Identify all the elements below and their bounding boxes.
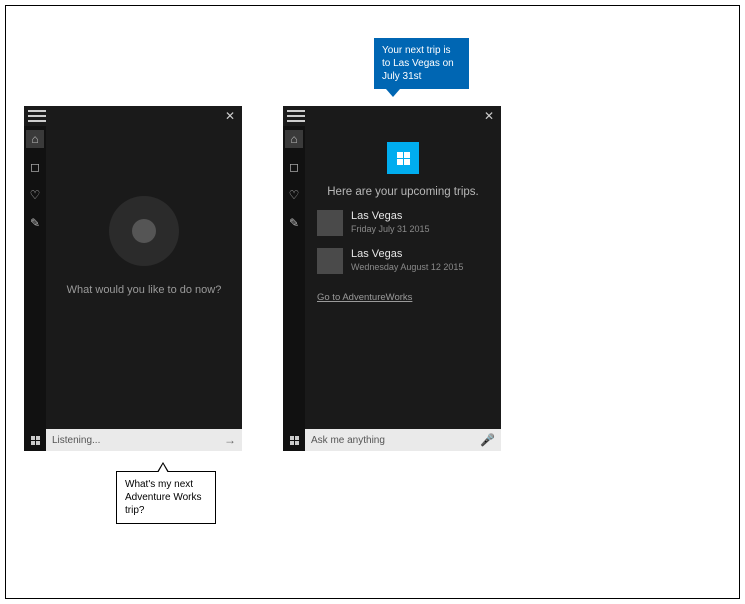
sidebar: ⌂ ◻ ♡ ✎ <box>24 126 46 429</box>
notebook-icon[interactable]: ◻ <box>285 158 303 176</box>
trip-destination: Las Vegas <box>351 248 463 260</box>
listening-ring <box>109 196 179 266</box>
windows-logo-icon <box>290 436 299 445</box>
app-tile[interactable] <box>387 142 419 174</box>
titlebar: ✕ <box>283 106 501 126</box>
cortana-results-panel: ✕ ⌂ ◻ ♡ ✎ Here are your upcoming trips. … <box>283 106 501 451</box>
favorite-icon[interactable]: ♡ <box>285 186 303 204</box>
response-speech-bubble: Your next trip is to Las Vegas on July 3… <box>374 38 469 89</box>
prompt-text: What would you like to do now? <box>67 284 222 296</box>
edit-icon[interactable]: ✎ <box>285 214 303 232</box>
cortana-listening-panel: ✕ ⌂ ◻ ♡ ✎ What would you like to do now?… <box>24 106 242 451</box>
taskbar: Listening... → <box>24 429 242 451</box>
close-icon[interactable]: ✕ <box>222 109 238 123</box>
trip-thumbnail <box>317 210 343 236</box>
hamburger-icon[interactable] <box>28 109 46 123</box>
results-heading: Here are your upcoming trips. <box>327 186 478 198</box>
trip-date: Friday July 31 2015 <box>351 224 430 234</box>
hamburger-icon[interactable] <box>287 109 305 123</box>
taskbar: Ask me anything 🎤 <box>283 429 501 451</box>
main-area: Here are your upcoming trips. Las Vegas … <box>305 126 501 429</box>
edit-icon[interactable]: ✎ <box>26 214 44 232</box>
trip-item[interactable]: Las Vegas Wednesday August 12 2015 <box>317 248 489 274</box>
search-box[interactable]: Ask me anything 🎤 <box>305 429 501 451</box>
search-placeholder-text: Ask me anything <box>311 435 385 446</box>
home-icon[interactable]: ⌂ <box>26 130 44 148</box>
close-icon[interactable]: ✕ <box>481 109 497 123</box>
start-button[interactable] <box>283 429 305 451</box>
trip-date: Wednesday August 12 2015 <box>351 262 463 272</box>
favorite-icon[interactable]: ♡ <box>26 186 44 204</box>
user-speech-bubble: What's my next Adventure Works trip? <box>116 471 216 524</box>
trip-item[interactable]: Las Vegas Friday July 31 2015 <box>317 210 489 236</box>
submit-arrow-icon[interactable]: → <box>224 433 236 447</box>
search-status-text: Listening... <box>52 435 100 446</box>
titlebar: ✕ <box>24 106 242 126</box>
search-box[interactable]: Listening... → <box>46 429 242 451</box>
goto-app-link[interactable]: Go to AdventureWorks <box>317 292 412 303</box>
home-icon[interactable]: ⌂ <box>285 130 303 148</box>
windows-logo-icon <box>397 152 410 165</box>
notebook-icon[interactable]: ◻ <box>26 158 44 176</box>
main-area: What would you like to do now? <box>46 126 242 429</box>
trip-thumbnail <box>317 248 343 274</box>
windows-logo-icon <box>31 436 40 445</box>
start-button[interactable] <box>24 429 46 451</box>
sidebar: ⌂ ◻ ♡ ✎ <box>283 126 305 429</box>
listening-dot <box>132 219 156 243</box>
trip-destination: Las Vegas <box>351 210 430 222</box>
microphone-icon[interactable]: 🎤 <box>480 433 495 447</box>
